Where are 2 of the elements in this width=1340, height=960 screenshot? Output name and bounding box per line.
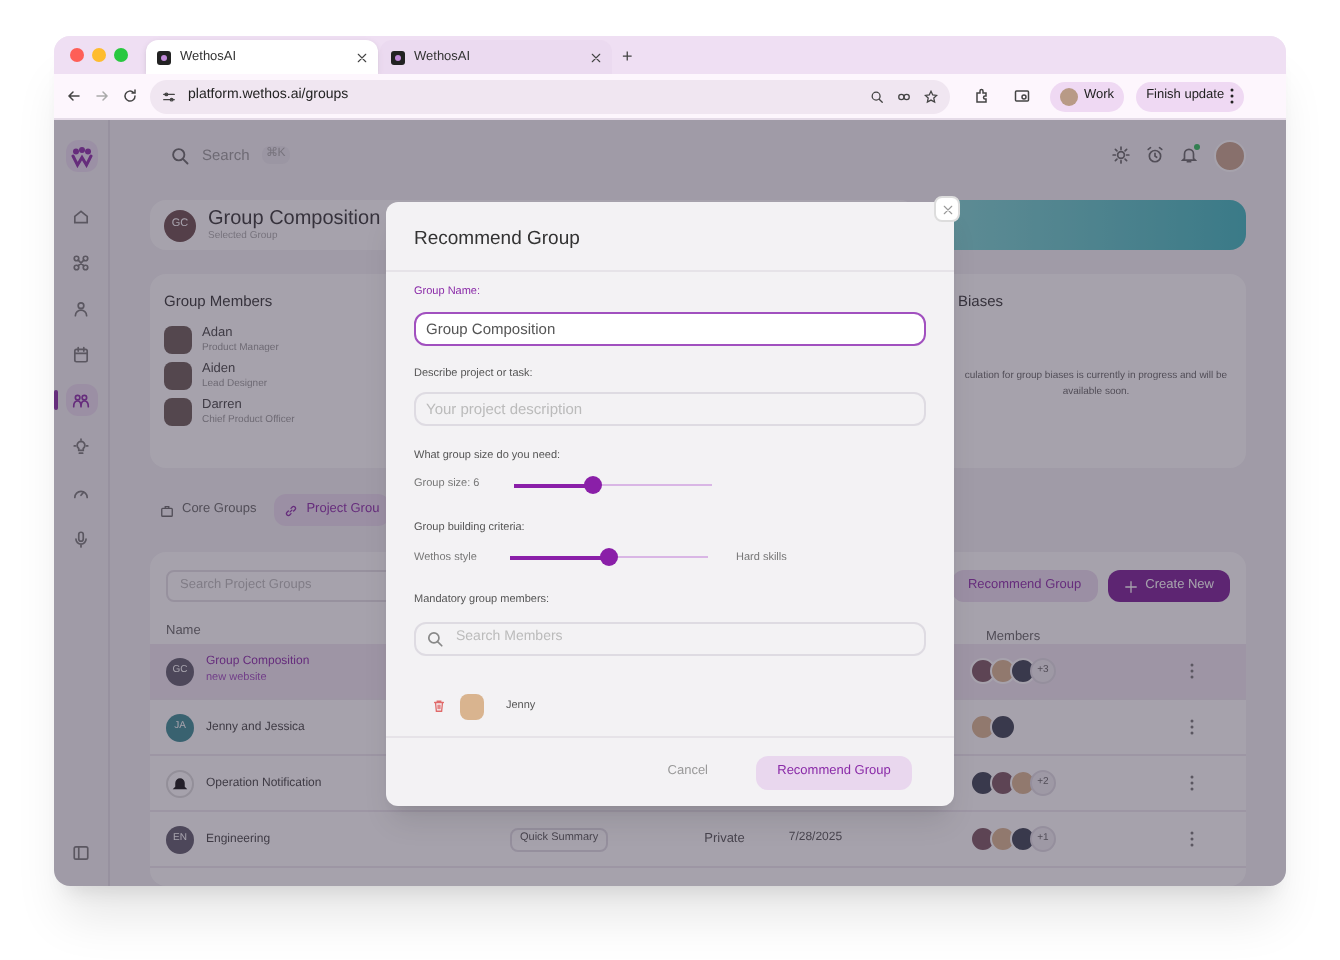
dialog-title: Recommend Group — [386, 202, 954, 273]
group-name: Group Composition — [208, 209, 381, 229]
